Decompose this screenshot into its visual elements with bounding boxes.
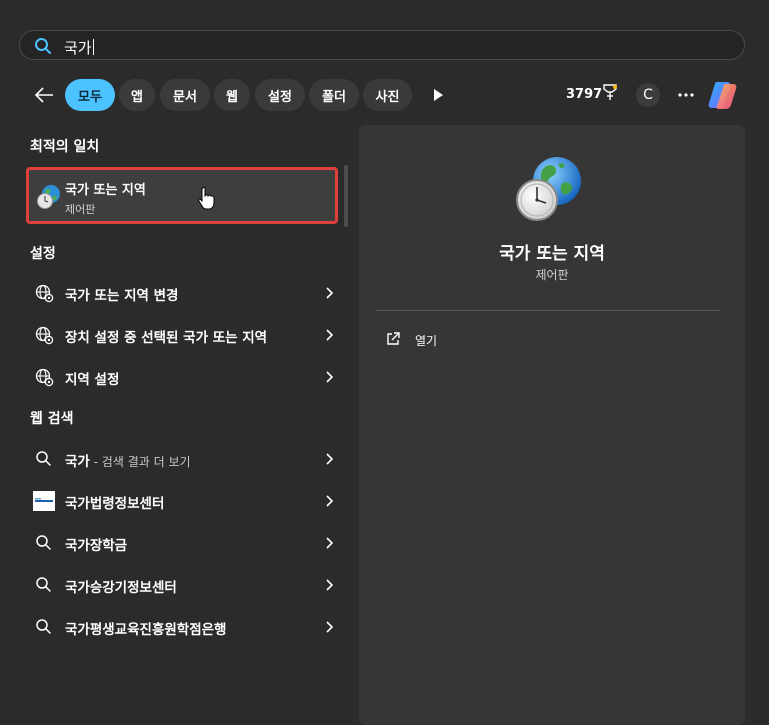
more-options-icon[interactable] [676, 85, 696, 105]
mouse-hand-cursor-icon [198, 186, 215, 210]
settings-item-label: 장치 설정 중 선택된 국가 또는 지역 [65, 330, 268, 346]
web-search-heading: 웹 검색 [30, 411, 74, 427]
globe-settings-icon [35, 326, 54, 345]
search-query[interactable]: 국가 [64, 37, 94, 58]
filter-chip-settings[interactable]: 설정 [255, 79, 305, 111]
web-result-label: 국가평생교육진흥원학점은행 [65, 622, 227, 638]
globe-settings-icon [35, 368, 54, 387]
chevron-right-icon [326, 287, 334, 299]
web-result-credit-bank[interactable]: 국가평생교육진흥원학점은행 [24, 606, 344, 646]
filter-chip-photos[interactable]: 사진 [363, 79, 412, 111]
chevron-right-icon [326, 453, 334, 465]
results-scrollbar[interactable] [344, 165, 348, 227]
rewards-medal-icon[interactable] [602, 84, 618, 102]
globe-settings-icon [35, 284, 54, 303]
filter-chip-apps[interactable]: 앱 [119, 79, 155, 111]
preview-subtitle: 제어판 [535, 268, 569, 282]
more-filters-play-icon[interactable] [431, 86, 445, 104]
back-arrow-icon[interactable] [32, 84, 56, 106]
web-result-search-more[interactable]: 국가 - 검색 결과 더 보기 [24, 438, 344, 478]
web-result-label: 국가장학금 [65, 538, 128, 554]
web-result-label: 국가 - 검색 결과 더 보기 [65, 454, 191, 470]
chevron-right-icon [326, 495, 334, 507]
settings-item-change-region[interactable]: 국가 또는 지역 변경 [24, 272, 344, 312]
divider [375, 310, 721, 311]
open-external-icon [387, 332, 400, 345]
settings-item-device-region[interactable]: 장치 설정 중 선택된 국가 또는 지역 [24, 314, 344, 354]
search-icon [36, 577, 51, 592]
globe-clock-icon [516, 157, 581, 221]
chevron-right-icon [326, 329, 334, 341]
web-result-elevator-info[interactable]: 국가승강기정보센터 [24, 564, 344, 604]
web-result-law-info-center[interactable]: 국가법령정보센터 [24, 480, 344, 520]
account-avatar[interactable]: C [636, 83, 660, 107]
globe-clock-icon [37, 185, 60, 209]
chevron-right-icon [326, 371, 334, 383]
filter-chip-all[interactable]: 모두 [65, 79, 115, 111]
filter-chip-folders[interactable]: 폴더 [309, 79, 359, 111]
best-match-title: 국가 또는 지역 [65, 183, 146, 198]
best-match-result[interactable]: 국가 또는 지역 제어판 [26, 167, 338, 224]
filter-chip-web[interactable]: 웹 [214, 79, 250, 111]
settings-item-label: 국가 또는 지역 변경 [65, 288, 179, 304]
preview-pane: 국가 또는 지역 제어판 열기 [359, 125, 745, 725]
filter-chip-documents[interactable]: 문서 [160, 79, 210, 111]
best-match-heading: 최적의 일치 [30, 139, 100, 155]
best-match-subtitle: 제어판 [65, 203, 96, 216]
search-input[interactable]: 국가 [19, 30, 745, 60]
settings-item-label: 지역 설정 [65, 372, 120, 388]
copilot-icon[interactable] [708, 80, 742, 110]
search-icon [36, 451, 51, 466]
search-icon [36, 535, 51, 550]
search-icon [36, 619, 51, 634]
settings-item-region-settings[interactable]: 지역 설정 [24, 356, 344, 396]
open-label: 열기 [415, 334, 438, 348]
web-result-scholarship[interactable]: 국가장학금 [24, 522, 344, 562]
settings-heading: 설정 [30, 246, 56, 262]
chevron-right-icon [326, 579, 334, 591]
chevron-right-icon [326, 537, 334, 549]
rewards-points[interactable]: 3797 [566, 87, 602, 102]
search-icon [35, 38, 51, 54]
site-favicon [33, 491, 55, 511]
web-result-label: 국가승강기정보센터 [65, 580, 177, 596]
preview-title: 국가 또는 지역 [499, 244, 605, 264]
web-result-suffix: - 검색 결과 더 보기 [89, 455, 191, 469]
chevron-right-icon [326, 621, 334, 633]
web-result-label: 국가법령정보센터 [65, 496, 165, 512]
open-action[interactable]: 열기 [375, 329, 575, 353]
